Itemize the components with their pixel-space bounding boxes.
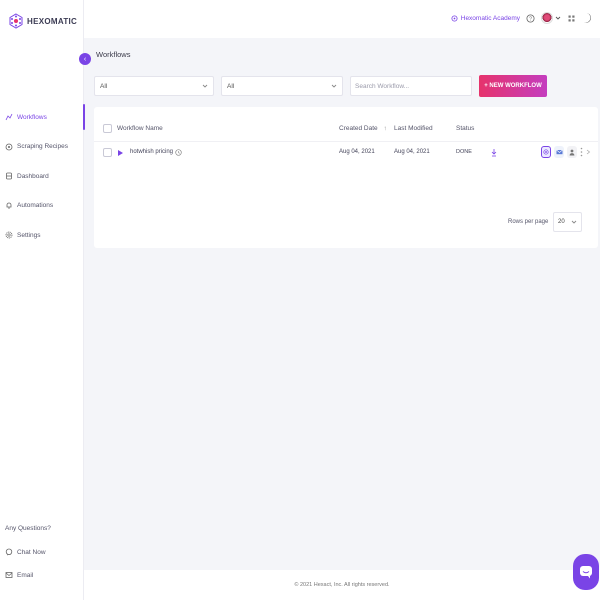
chat-now-label: Chat Now xyxy=(17,548,46,556)
created-date: Aug 04, 2021 xyxy=(339,149,375,155)
column-header-status[interactable]: Status xyxy=(456,125,474,132)
email-icon xyxy=(555,149,563,155)
sidebar-item-label: Dashboard xyxy=(17,172,49,180)
play-icon[interactable] xyxy=(118,150,123,156)
email-report-button[interactable] xyxy=(554,146,564,158)
column-header-modified[interactable]: Last Modified xyxy=(394,125,433,132)
chat-icon xyxy=(5,548,13,556)
filter-bar: All All + NEW WORKFLOW xyxy=(94,75,547,97)
moon-icon[interactable] xyxy=(582,12,592,24)
sidebar-item-label: Settings xyxy=(17,231,41,239)
sidebar-item-label: Workflows xyxy=(17,113,47,121)
sidebar-item-dashboard[interactable]: Dashboard xyxy=(0,169,84,183)
row-actions xyxy=(541,146,591,158)
footer: © 2021 Hexact, Inc. All rights reserved. xyxy=(84,570,600,600)
sidebar-nav: Workflows Scraping Recipes Dashboard Aut… xyxy=(0,104,85,258)
email-icon xyxy=(5,572,13,578)
chat-now-link[interactable]: Chat Now xyxy=(5,548,81,556)
column-header-name[interactable]: Workflow Name xyxy=(117,125,163,132)
column-header-created-label: Created Date xyxy=(339,125,378,132)
filter-select-2[interactable]: All xyxy=(221,76,343,96)
workflow-icon xyxy=(5,113,13,121)
help-icon[interactable]: ? xyxy=(526,14,535,23)
hexomatic-logo-icon xyxy=(9,13,23,29)
chat-bubble-icon xyxy=(580,566,592,579)
email-link[interactable]: Email xyxy=(5,571,81,579)
svg-text:?: ? xyxy=(529,16,532,22)
chevron-down-icon xyxy=(555,16,561,20)
sidebar-item-scraping-recipes[interactable]: Scraping Recipes xyxy=(0,140,84,154)
brand-logo[interactable]: HEXOMATIC xyxy=(8,13,77,29)
sidebar-item-workflows[interactable]: Workflows xyxy=(0,104,85,130)
sidebar-item-settings[interactable]: Settings xyxy=(0,228,84,242)
view-button[interactable] xyxy=(541,146,551,158)
filter-select-1[interactable]: All xyxy=(94,76,214,96)
column-header-created[interactable]: Created Date ↑ xyxy=(339,125,387,132)
chevron-down-icon xyxy=(202,84,208,88)
chat-widget-button[interactable] xyxy=(573,554,599,590)
user-icon xyxy=(569,149,575,155)
clock-icon xyxy=(175,148,182,156)
select-all-checkbox[interactable] xyxy=(103,124,112,133)
help-section: Any Questions? Chat Now Email xyxy=(5,525,81,594)
collapse-sidebar-button[interactable]: ‹ xyxy=(79,53,91,65)
chevron-down-icon xyxy=(331,84,337,88)
filter-select-1-value: All xyxy=(100,82,108,90)
view-icon xyxy=(543,149,549,155)
academy-link[interactable]: Hexomatic Academy xyxy=(451,15,520,22)
rows-per-page-label: Rows per page xyxy=(508,219,549,225)
avatar xyxy=(541,12,553,24)
page-title: Workflows xyxy=(96,50,131,59)
email-label: Email xyxy=(17,571,34,579)
dashboard-icon xyxy=(6,172,12,180)
more-options-icon[interactable] xyxy=(580,147,583,157)
row-checkbox[interactable] xyxy=(103,148,112,157)
help-title: Any Questions? xyxy=(5,525,51,532)
workflow-name[interactable]: hotwhish pricing xyxy=(130,149,173,155)
topbar-actions: Hexomatic Academy ? xyxy=(451,10,592,26)
chevron-left-icon: ‹ xyxy=(83,55,87,63)
profile-menu[interactable] xyxy=(541,12,561,24)
sidebar-item-automations[interactable]: Automations xyxy=(0,199,84,213)
share-button[interactable] xyxy=(567,146,577,158)
automation-icon xyxy=(6,202,12,209)
header-divider xyxy=(94,141,598,142)
brand-name: HEXOMATIC xyxy=(27,16,78,26)
status-badge: DONE xyxy=(456,149,472,155)
recipe-icon xyxy=(5,143,13,150)
gear-icon xyxy=(5,231,13,239)
rows-per-page-select[interactable]: 20 xyxy=(553,212,582,232)
academy-icon xyxy=(451,14,458,22)
chevron-down-icon xyxy=(571,220,577,224)
copyright-text: © 2021 Hexact, Inc. All rights reserved. xyxy=(294,582,390,588)
academy-label: Hexomatic Academy xyxy=(460,14,520,22)
chevron-right-icon[interactable] xyxy=(586,149,591,155)
filter-select-2-value: All xyxy=(227,82,235,90)
topbar: Hexomatic Academy ? xyxy=(84,0,600,38)
search-input[interactable] xyxy=(350,76,472,96)
sort-arrow-icon: ↑ xyxy=(383,125,387,132)
sidebar: HEXOMATIC Workflows Scraping Recipes Das… xyxy=(0,0,85,600)
sidebar-item-label: Automations xyxy=(17,202,54,209)
apps-grid-icon[interactable] xyxy=(567,14,576,23)
download-icon[interactable] xyxy=(491,148,497,157)
new-workflow-button[interactable]: + NEW WORKFLOW xyxy=(479,75,547,97)
modified-date: Aug 04, 2021 xyxy=(394,149,430,155)
sidebar-item-label: Scraping Recipes xyxy=(17,143,68,150)
rows-per-page-value: 20 xyxy=(558,219,565,225)
